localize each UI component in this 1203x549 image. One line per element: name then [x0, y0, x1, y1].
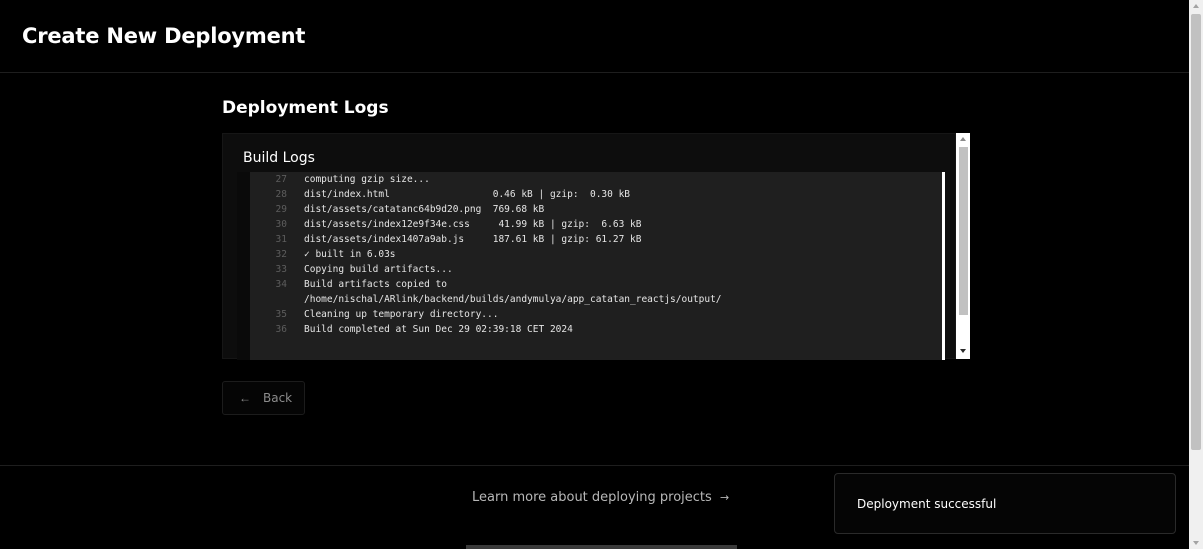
learn-more-link[interactable]: Learn more about deploying projects →: [472, 490, 729, 505]
page: Create New Deployment Deployment Logs Bu…: [0, 0, 1203, 549]
log-line-text: Build artifacts copied to: [304, 279, 447, 290]
scroll-up-arrow-icon[interactable]: [960, 137, 966, 141]
log-line-text: dist/assets/index12e9f34e.css 41.99 kB |…: [304, 219, 642, 230]
log-line: 35 Cleaning up temporary directory...: [250, 307, 930, 322]
build-logs-card: Build Logs 27 computing gzip size... 28 dis…: [222, 133, 956, 360]
log-line: 27 computing gzip size...: [250, 172, 930, 187]
toast-notification: Deployment successful: [834, 473, 1176, 534]
log-line-number: 28: [275, 189, 287, 200]
page-scrollbar-thumb[interactable]: [1191, 14, 1201, 450]
build-logs-title: Build Logs: [243, 150, 315, 166]
log-line-text: Build completed at Sun Dec 29 02:39:18 C…: [304, 324, 573, 335]
card-scrollbar-thumb[interactable]: [959, 147, 968, 315]
page-title: Create New Deployment: [22, 24, 306, 48]
log-line-text: ✓ built in 6.03s: [304, 249, 396, 260]
log-line: 34 Build artifacts copied to: [250, 277, 930, 292]
log-line: 33 Copying build artifacts...: [250, 262, 930, 277]
log-line-text: dist/index.html 0.46 kB | gzip: 0.30 kB: [304, 189, 631, 200]
log-line-number: 34: [275, 279, 287, 290]
arrow-right-icon: →: [719, 491, 730, 504]
card-scrollbar[interactable]: [956, 133, 970, 359]
header: Create New Deployment: [0, 0, 1189, 73]
log-line-number: 35: [275, 309, 287, 320]
arrow-left-icon: ←: [239, 391, 251, 405]
log-line-number: 27: [275, 174, 287, 185]
log-line-number: 32: [275, 249, 287, 260]
log-line: 29 dist/assets/catatanc64b9d20.png 769.68…: [250, 202, 930, 217]
log-line: 28 dist/index.html 0.46 kB | gzip: 0.30 k…: [250, 187, 930, 202]
log-line-number: 31: [275, 234, 287, 245]
log-line-text: /home/nischal/ARlink/backend/builds/andy…: [304, 294, 722, 305]
log-line-number: 36: [275, 324, 287, 335]
log-line: 36 Build completed at Sun Dec 29 02:39:18…: [250, 322, 930, 337]
log-line-text: dist/assets/catatanc64b9d20.png 769.68 k…: [304, 204, 545, 215]
section-title: Deployment Logs: [222, 98, 389, 118]
toast-message: Deployment successful: [857, 497, 997, 511]
log-lines: 27 computing gzip size... 28 dist/index.htm…: [250, 172, 930, 337]
scroll-up-arrow-icon[interactable]: [1193, 4, 1199, 8]
bottom-scrollbar[interactable]: [466, 545, 737, 549]
log-line-number: 29: [275, 204, 287, 215]
log-line: 30 dist/assets/index12e9f34e.css 41.99 kB…: [250, 217, 930, 232]
log-line-text: Cleaning up temporary directory...: [304, 309, 499, 320]
back-button-label: Back: [263, 391, 293, 405]
page-scrollbar[interactable]: [1189, 0, 1203, 549]
log-line-number: 33: [275, 264, 287, 275]
log-line-text: Copying build artifacts...: [304, 264, 453, 275]
log-line-number: 30: [275, 219, 287, 230]
log-line-text: dist/assets/index1407a9ab.js 187.61 kB |…: [304, 234, 642, 245]
log-line: /home/nischal/ARlink/backend/builds/andy…: [250, 292, 930, 307]
log-line: 31 dist/assets/index1407a9ab.js 187.61 kB…: [250, 232, 930, 247]
log-viewer[interactable]: 27 computing gzip size... 28 dist/index.htm…: [237, 172, 945, 360]
log-line: 32 ✓ built in 6.03s: [250, 247, 930, 262]
scroll-down-arrow-icon[interactable]: [1193, 541, 1199, 545]
learn-more-link-text: Learn more about deploying projects: [472, 490, 712, 505]
scroll-down-arrow-icon[interactable]: [960, 349, 966, 353]
log-scrollbar[interactable]: [942, 172, 945, 360]
log-line-number: [250, 292, 304, 307]
log-line-text: computing gzip size...: [304, 174, 430, 185]
back-button[interactable]: ← Back: [222, 381, 305, 415]
